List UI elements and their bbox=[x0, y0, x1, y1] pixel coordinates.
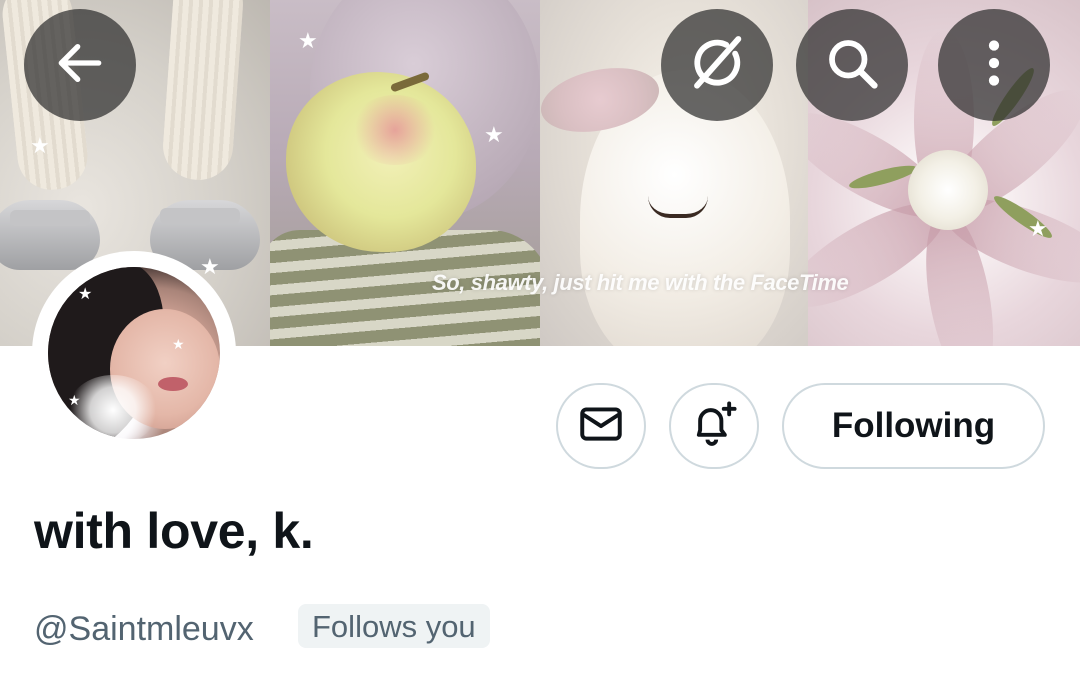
search-button[interactable] bbox=[796, 9, 908, 121]
grok-icon bbox=[685, 31, 749, 100]
arrow-left-icon bbox=[52, 35, 108, 96]
follows-you-badge: Follows you bbox=[298, 604, 490, 648]
user-handle: @Saintmleuvx bbox=[34, 610, 254, 648]
avatar[interactable]: ★ ★ ★ bbox=[48, 267, 220, 439]
grok-button[interactable] bbox=[661, 9, 773, 121]
display-name: with love, k. bbox=[34, 503, 314, 559]
more-vertical-icon bbox=[966, 35, 1022, 96]
back-button[interactable] bbox=[24, 9, 136, 121]
envelope-icon bbox=[576, 399, 626, 454]
more-button[interactable] bbox=[938, 9, 1050, 121]
following-button[interactable]: Following bbox=[782, 383, 1045, 469]
banner-caption: So, shawty, just hit me with the FaceTim… bbox=[432, 270, 849, 295]
following-label: Following bbox=[831, 406, 996, 445]
bell-plus-icon bbox=[688, 398, 740, 455]
notifications-button[interactable] bbox=[669, 383, 759, 469]
search-icon bbox=[822, 33, 882, 98]
message-button[interactable] bbox=[556, 383, 646, 469]
